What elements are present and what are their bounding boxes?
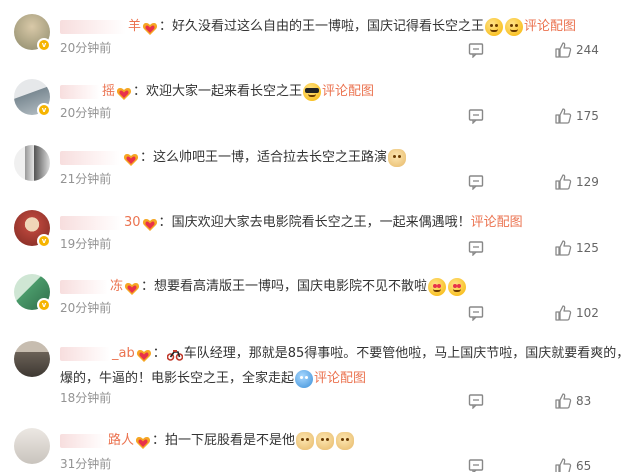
comment-time: 20分钟前 — [60, 106, 112, 120]
comment-time: 20分钟前 — [60, 41, 112, 55]
thumbs-up-icon — [554, 392, 572, 410]
motorcycle-emoji — [166, 345, 184, 363]
comment-image-link[interactable]: 评论配图 — [322, 84, 374, 99]
comment-time: 31分钟前 — [60, 457, 112, 471]
fan-heart-icon — [142, 20, 158, 35]
verified-badge-icon: v — [37, 298, 51, 312]
like-button[interactable]: 244 — [554, 40, 599, 60]
comment-time: 20分钟前 — [60, 301, 112, 315]
reply-button[interactable] — [468, 391, 484, 411]
comment-time: 21分钟前 — [60, 172, 112, 186]
avatar[interactable] — [14, 145, 50, 181]
like-count: 102 — [576, 306, 599, 320]
like-count: 129 — [576, 175, 599, 189]
comment-text: 国庆欢迎大家去电影院看长空之王，一起来偶遇哦！ — [171, 215, 471, 230]
reply-button[interactable] — [468, 456, 484, 472]
thumbs-up-icon — [554, 41, 572, 59]
like-button[interactable]: 102 — [554, 303, 599, 323]
comment-text: 好久没看过这么自由的王一博啦，国庆记得看长空之王 — [172, 19, 485, 34]
like-count: 244 — [576, 43, 599, 57]
sunglasses-emoji — [303, 82, 322, 101]
heart-eyes-emoji — [428, 277, 447, 296]
verified-badge-icon: v — [37, 234, 51, 248]
like-button[interactable]: 65 — [554, 456, 591, 472]
like-count: 175 — [576, 109, 599, 123]
comment-text: 想要看高清版王一博吗，国庆电影院不见不散啦 — [154, 279, 428, 294]
like-count: 65 — [576, 459, 592, 472]
username[interactable]: 30 — [60, 210, 141, 235]
like-button[interactable]: 129 — [554, 172, 599, 192]
comment-time: 18分钟前 — [60, 391, 112, 405]
comment-icon — [468, 393, 484, 409]
verified-badge-icon: v — [37, 38, 51, 52]
comment-image-link[interactable]: 评论配图 — [524, 19, 576, 34]
avatar[interactable] — [14, 428, 50, 464]
reply-button[interactable] — [468, 40, 484, 60]
username[interactable]: 路人 — [60, 428, 134, 453]
comment-icon — [468, 458, 484, 472]
thumbs-up-icon — [554, 173, 572, 191]
avatar[interactable] — [14, 341, 50, 377]
fan-heart-icon — [136, 347, 152, 362]
thumbs-up-icon — [554, 107, 572, 125]
doge-emoji — [316, 431, 335, 450]
username[interactable] — [60, 145, 122, 170]
smile-emoji — [505, 17, 524, 36]
comment-time: 19分钟前 — [60, 237, 112, 251]
comment-image-link[interactable]: 评论配图 — [314, 371, 366, 386]
like-button[interactable]: 125 — [554, 238, 599, 258]
thumbs-up-icon — [554, 239, 572, 257]
comment-text: 这么帅吧王一博，适合拉去长空之王路演 — [153, 150, 388, 165]
like-button[interactable]: 175 — [554, 106, 599, 126]
comment-image-link[interactable]: 评论配图 — [471, 215, 523, 230]
comment-text: 欢迎大家一起来看长空之王 — [146, 84, 303, 99]
comment-icon — [468, 305, 484, 321]
heart-eyes-emoji — [448, 277, 467, 296]
username[interactable]: 羊 — [60, 14, 141, 39]
fan-heart-icon — [116, 85, 132, 100]
comment-icon — [468, 240, 484, 256]
username[interactable]: _ab — [60, 341, 135, 366]
reply-button[interactable] — [468, 106, 484, 126]
reply-button[interactable] — [468, 172, 484, 192]
cheer-emoji — [295, 369, 314, 388]
fan-heart-icon — [124, 280, 140, 295]
fan-heart-icon — [142, 216, 158, 231]
comment-text: 拍一下屁股看是不是他 — [165, 433, 296, 448]
verified-badge-icon: v — [37, 103, 51, 117]
like-count: 83 — [576, 394, 592, 408]
thumbs-up-icon — [554, 457, 572, 472]
fan-heart-icon — [135, 434, 151, 449]
smile-emoji — [485, 17, 504, 36]
comment-icon — [468, 42, 484, 58]
username[interactable]: 摇 — [60, 79, 115, 104]
comment-icon — [468, 174, 484, 190]
reply-button[interactable] — [468, 303, 484, 323]
like-count: 125 — [576, 241, 599, 255]
username[interactable]: 冻 — [60, 274, 123, 299]
comment-icon — [468, 108, 484, 124]
reply-button[interactable] — [468, 238, 484, 258]
doge-emoji — [388, 148, 407, 167]
doge-emoji — [296, 431, 315, 450]
doge-emoji — [336, 431, 355, 450]
thumbs-up-icon — [554, 304, 572, 322]
like-button[interactable]: 83 — [554, 391, 591, 411]
fan-heart-icon — [123, 151, 139, 166]
